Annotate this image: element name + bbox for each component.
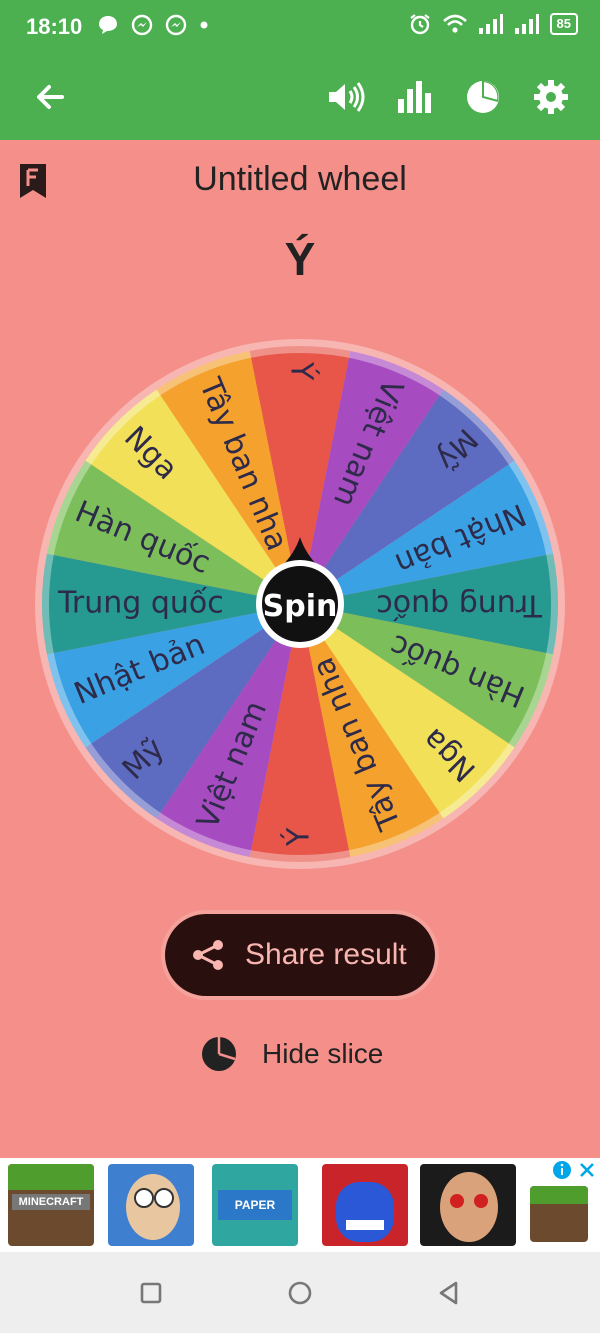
wheel-slice-label: Ý [281,827,317,847]
messenger-icon [165,14,187,36]
back-icon[interactable] [436,1280,462,1306]
share-icon [193,940,223,970]
wheel-graphic[interactable]: ÝViệt nam MỹNhật bảnTrung quốcHàn quốcNga… [33,337,567,871]
wheel-slice-label: Trung quốc [57,586,224,621]
status-time: 18:10 [26,14,83,39]
spin-label: Spin [263,589,338,624]
battery-indicator: 85 [549,13,578,35]
ad-info-icon[interactable] [552,1160,572,1180]
alarm-icon [409,14,430,35]
pie-slice-icon [202,1037,236,1071]
hide-slice-button[interactable]: Hide slice [200,1032,383,1076]
system-icons: 85 [408,12,578,36]
dot-icon [200,21,208,29]
ad-banner[interactable]: MINECRAFT PAPER [0,1158,600,1252]
baby-face-thumbnail[interactable] [420,1164,516,1246]
signal-icon [514,14,539,34]
share-result-label: Share result [245,938,407,971]
minecraft-paper-thumbnail[interactable]: PAPER [212,1164,298,1246]
notification-icons [97,14,209,36]
pie-chart-icon[interactable] [461,75,505,119]
bar-chart-icon[interactable] [392,75,436,119]
wheel-title[interactable]: Untitled wheel [0,160,600,199]
wifi-icon [442,14,467,33]
status-bar: 18:10 85 [0,0,600,55]
blue-monster-thumbnail[interactable] [322,1164,408,1246]
ad-controls [552,1160,596,1180]
system-nav-bar [0,1252,600,1333]
hide-slice-label: Hide slice [262,1038,384,1069]
volume-icon[interactable] [324,75,368,119]
recent-apps-icon[interactable] [138,1280,164,1306]
settings-gear-icon[interactable] [529,75,573,119]
signal-icon [478,14,503,34]
spin-wheel[interactable]: Ý Việt nam Mỹ Nhật bản Trung quốc Hàn quốc Nga… [33,337,567,871]
back-arrow-icon[interactable] [28,75,72,119]
home-icon[interactable] [287,1280,313,1306]
wheel-slice-label: Trung quốc [376,588,543,623]
minecraft-thumbnail[interactable]: MINECRAFT [8,1164,94,1246]
ad-close-icon[interactable] [578,1161,596,1179]
spin-result: Ý [284,233,316,285]
minecraft-thumbnail[interactable] [530,1186,588,1242]
cartoon-face-thumbnail[interactable] [108,1164,194,1246]
messenger-icon [131,14,153,36]
wheel-slice-label: Ý [284,361,320,381]
share-result-button[interactable]: Share result [165,914,435,996]
chat-bubble-icon [99,16,117,34]
app-bar [0,55,600,140]
